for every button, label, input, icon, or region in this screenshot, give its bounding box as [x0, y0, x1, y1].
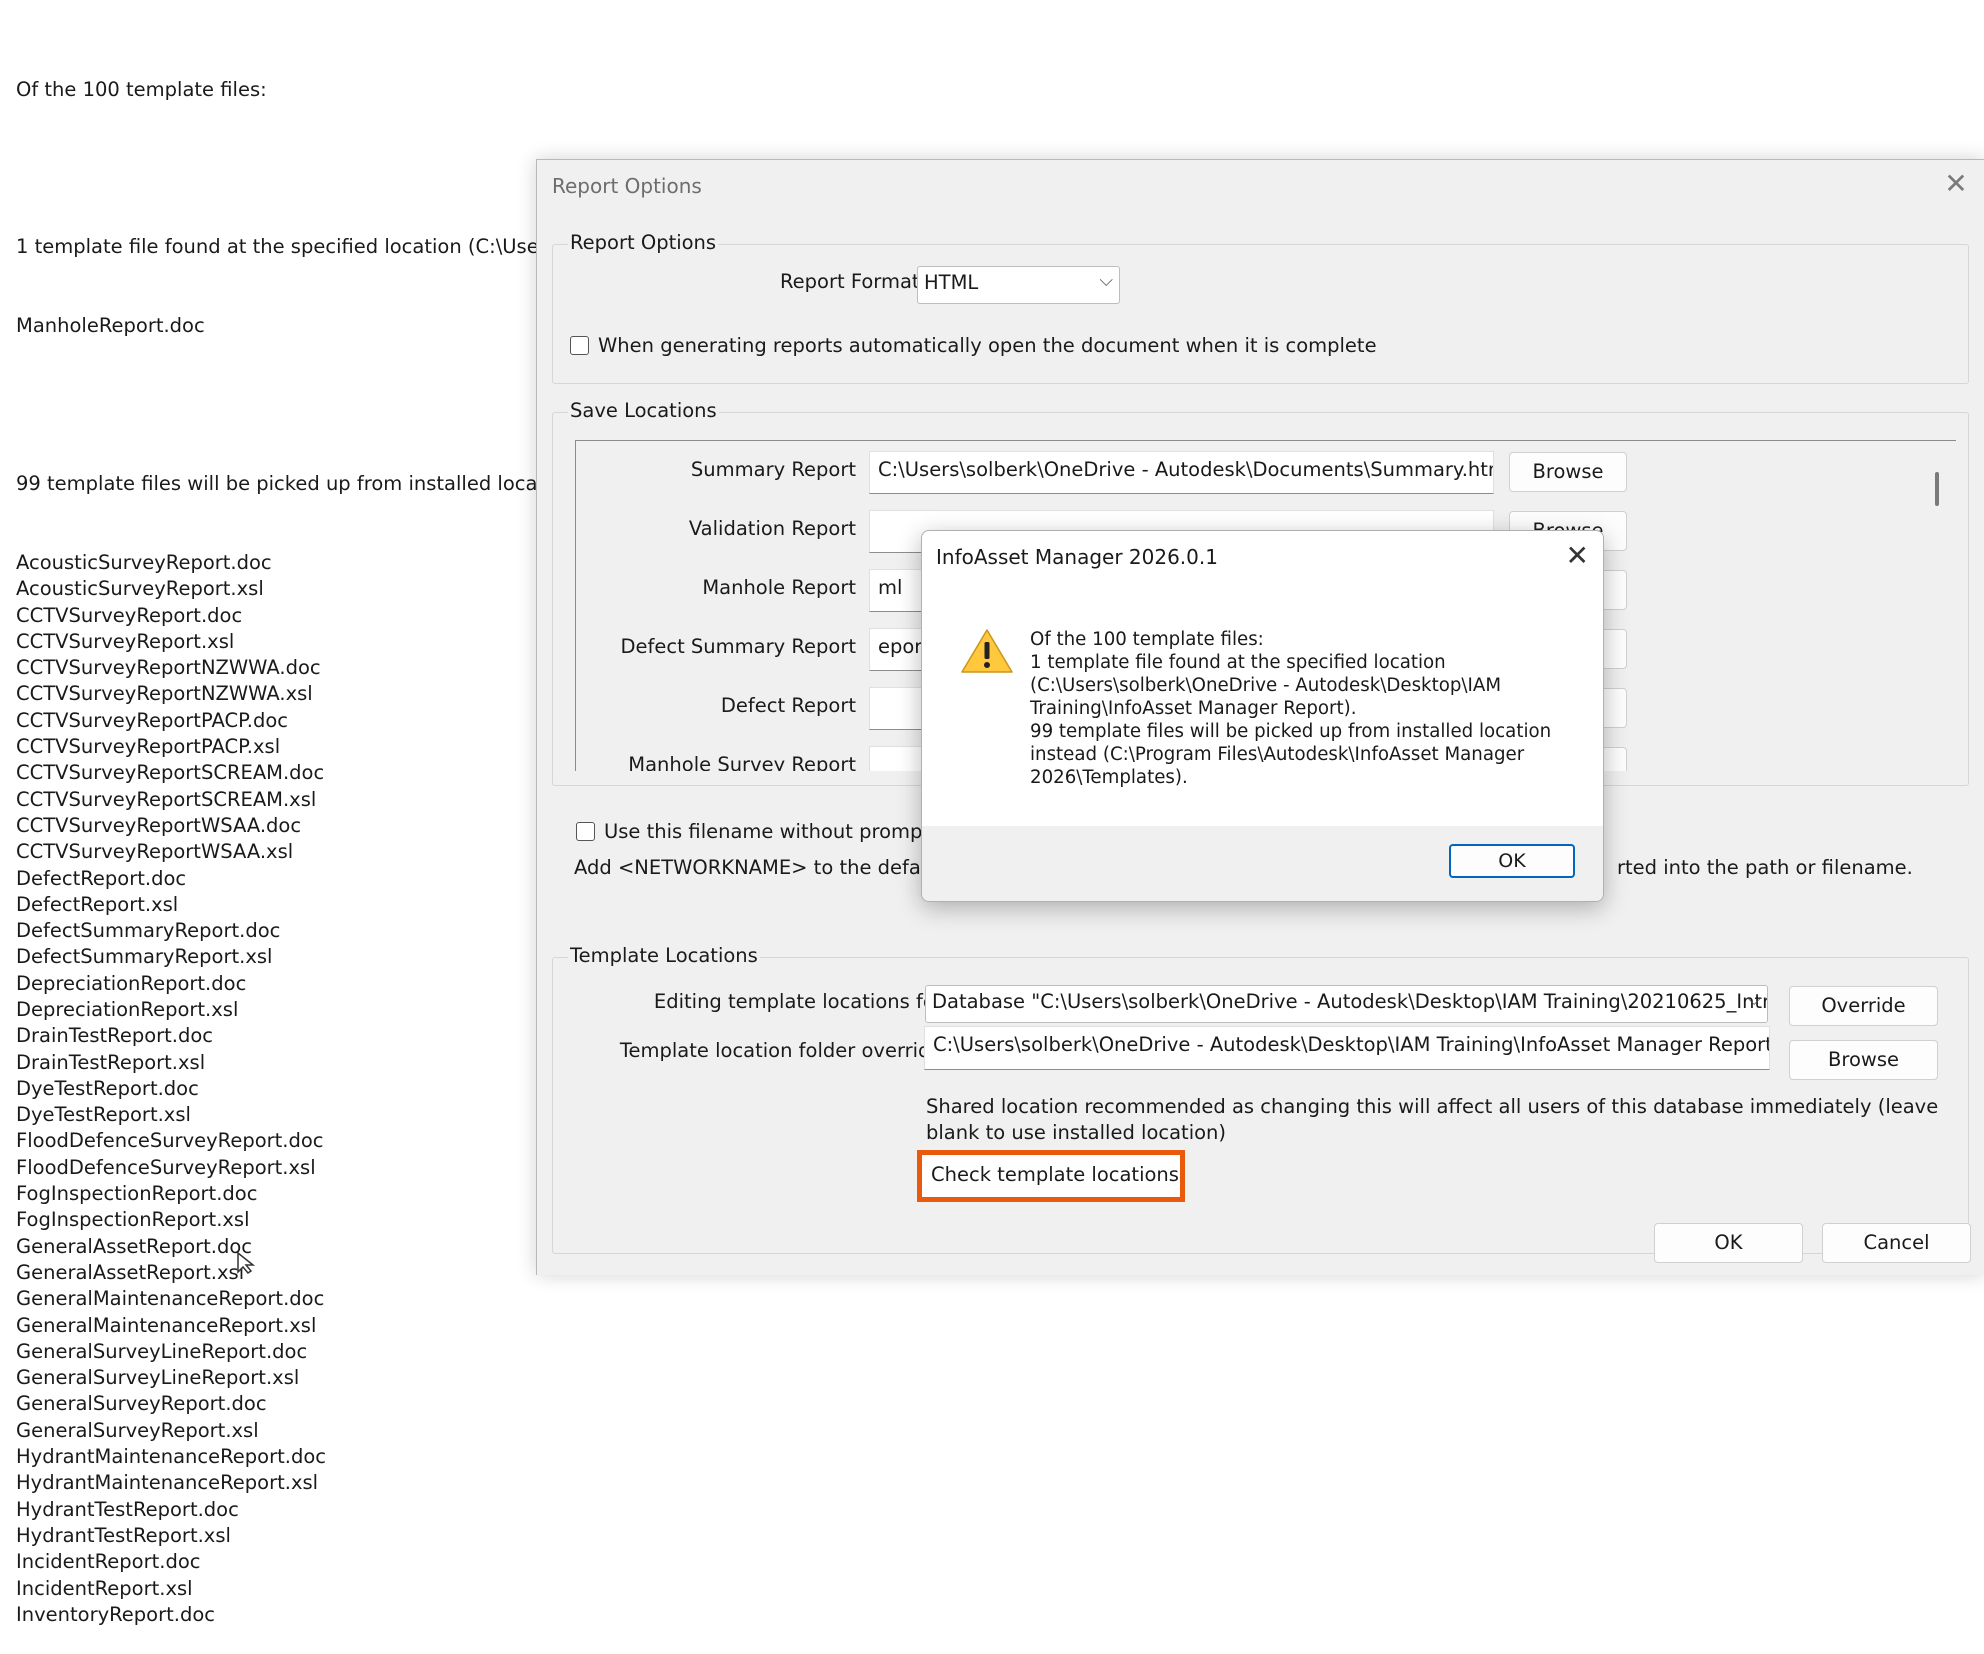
template-file-item: InventoryReport.doc: [16, 1602, 216, 1626]
networkname-note-end: rted into the path or filename.: [1617, 856, 1913, 879]
report-format-label: Report Format: [780, 270, 920, 293]
networkname-note: Add <NETWORKNAME> to the defau: [574, 856, 934, 879]
save-location-browse-button[interactable]: Browse: [1509, 452, 1627, 492]
save-location-input[interactable]: C:\Users\solberk\OneDrive - Autodesk\Doc…: [869, 451, 1494, 494]
editing-template-label: Editing template locations for:: [653, 990, 949, 1013]
template-locations-legend: Template Locations: [568, 944, 760, 967]
auto-open-label: When generating reports automatically op…: [598, 334, 1377, 357]
template-file-item: GeneralSurveyLineReport.xsl: [16, 1366, 300, 1390]
cancel-button[interactable]: Cancel: [1822, 1223, 1971, 1263]
chevron-down-icon: ⌵: [1747, 989, 1761, 1010]
auto-open-checkbox[interactable]: [570, 336, 589, 355]
message-ok-button[interactable]: OK: [1449, 844, 1575, 878]
report-format-value: HTML: [924, 271, 979, 294]
template-browse-button[interactable]: Browse: [1789, 1040, 1938, 1080]
report-options-group: Report Options: [552, 231, 1969, 384]
override-button[interactable]: Override: [1789, 986, 1938, 1026]
template-file-item: GeneralSurveyReport.xsl: [16, 1418, 259, 1442]
database-value: Database "C:\Users\solberk\OneDrive - Au…: [932, 990, 1768, 1013]
save-location-label: Validation Report: [688, 517, 856, 540]
template-file-item: GeneralMaintenanceReport.doc: [16, 1287, 325, 1311]
template-folder-label: Template location folder override:: [619, 1039, 949, 1062]
template-file-item: IncidentReport.xsl: [16, 1576, 193, 1600]
save-location-label: Defect Summary Report: [620, 635, 856, 658]
template-file-item: HydrantTestReport.xsl: [16, 1523, 231, 1547]
save-locations-legend: Save Locations: [568, 399, 719, 422]
shared-location-note-line1: Shared location recommended as changing …: [926, 1095, 1939, 1118]
save-location-label: Manhole Report: [702, 576, 856, 599]
template-folder-input[interactable]: C:\Users\solberk\OneDrive - Autodesk\Des…: [924, 1026, 1770, 1070]
save-location-label: Manhole Survey Report: [628, 753, 856, 771]
check-template-locations-label: Check template locations: [931, 1163, 1179, 1186]
mouse-cursor-icon: [237, 1252, 256, 1274]
template-file-item: IncidentReport.doc: [16, 1550, 201, 1574]
template-file-item: GeneralSurveyReport.doc: [16, 1392, 267, 1416]
database-select[interactable]: Database "C:\Users\solberk\OneDrive - Au…: [925, 985, 1768, 1023]
report-options-legend: Report Options: [568, 231, 719, 254]
save-location-label: Defect Report: [720, 694, 856, 717]
template-file-item: HydrantMaintenanceReport.xsl: [16, 1471, 319, 1495]
dialog-title: Report Options: [552, 174, 702, 198]
infoasset-message-box: InfoAsset Manager 2026.0.1 ✕ Of the 100 …: [921, 530, 1604, 902]
check-template-locations-button[interactable]: Check template locations: [917, 1150, 1185, 1202]
save-location-label: Summary Report: [690, 458, 856, 481]
template-file-item: HydrantTestReport.doc: [16, 1497, 239, 1521]
save-locations-scrollbar[interactable]: [1935, 472, 1939, 506]
ok-button[interactable]: OK: [1654, 1223, 1803, 1263]
shared-location-note-line2: blank to use installed location): [926, 1121, 1227, 1144]
template-file-item: HydrantMaintenanceReport.doc: [16, 1445, 327, 1469]
close-icon[interactable]: ✕: [1566, 539, 1589, 572]
message-box-title: InfoAsset Manager 2026.0.1: [936, 545, 1218, 569]
report-format-select[interactable]: HTML ⌵: [917, 266, 1120, 304]
use-filename-label: Use this filename without prompti: [604, 820, 936, 843]
message-box-text: Of the 100 template files: 1 template fi…: [1030, 629, 1552, 788]
close-icon[interactable]: ✕: [1941, 170, 1971, 200]
use-filename-checkbox[interactable]: [576, 822, 595, 841]
template-file-item: GeneralMaintenanceReport.xsl: [16, 1313, 317, 1337]
chevron-down-icon: ⌵: [1099, 270, 1113, 291]
output-heading: Of the 100 template files:: [16, 77, 267, 101]
warning-icon: [961, 629, 1013, 673]
template-file-item: GeneralSurveyLineReport.doc: [16, 1339, 308, 1363]
